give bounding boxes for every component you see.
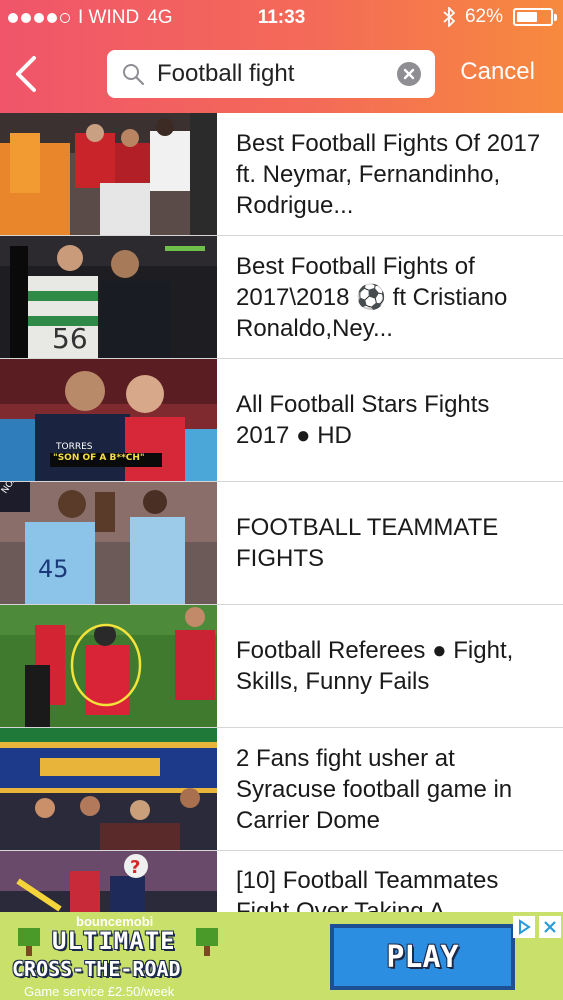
video-thumbnail[interactable]: 56 (0, 236, 217, 358)
svg-text:56: 56 (52, 322, 88, 355)
video-thumbnail[interactable] (0, 728, 217, 850)
video-thumbnail[interactable] (0, 113, 217, 235)
ad-banner[interactable]: bouncemobi ULTIMATE CROSS-THE-ROAD Game … (0, 912, 563, 1000)
ad-close-icon[interactable] (539, 916, 561, 938)
tree-icon (196, 928, 218, 956)
battery-icon (513, 8, 557, 26)
result-item[interactable]: 2 Fans fight usher at Syracuse football … (0, 728, 563, 851)
result-title: All Football Stars Fights 2017 ● HD (236, 391, 490, 449)
result-title: FOOTBALL TEAMMATE FIGHTS (236, 514, 499, 572)
result-title: Best Football Fights Of 2017 ft. Neymar,… (236, 129, 541, 219)
bluetooth-icon (443, 7, 455, 27)
chevron-left-icon (16, 56, 36, 92)
video-thumbnail[interactable]: TORRES "SON OF A B**CH" (0, 359, 217, 481)
thumbnail-caption-quote: "SON OF A B**CH" (53, 453, 145, 463)
ad-title: ULTIMATE (52, 927, 176, 955)
video-thumbnail[interactable]: 45 NOXBLACK (0, 482, 217, 604)
result-item[interactable]: Football Referees ● Fight, Skills, Funny… (0, 605, 563, 728)
clear-icon[interactable] (397, 62, 421, 86)
result-title: Football Referees ● Fight, Skills, Funny… (236, 637, 514, 695)
search-icon (123, 64, 145, 86)
result-item[interactable]: 56 Best Football Fights of 2017\2018 ⚽ f… (0, 236, 563, 359)
ad-fine-print: Game service £2.50/week (24, 984, 175, 999)
cancel-button[interactable]: Cancel (460, 58, 535, 86)
svg-text:?: ? (130, 857, 140, 878)
thumbnail-caption-name: TORRES (56, 442, 93, 452)
back-button[interactable] (12, 54, 42, 94)
video-thumbnail[interactable] (0, 605, 217, 727)
result-item[interactable]: 45 NOXBLACK FOOTBALL TEAMMATE FIGHTS (0, 482, 563, 605)
tree-icon (18, 928, 40, 956)
search-box[interactable] (107, 50, 435, 98)
result-item[interactable]: TORRES "SON OF A B**CH" All Football Sta… (0, 359, 563, 482)
svg-text:45: 45 (38, 555, 69, 583)
top-header: I WIND 4G 11:33 62% Football fight Cance… (0, 0, 563, 113)
battery-level (517, 12, 537, 22)
search-input[interactable] (157, 58, 387, 90)
battery-percent: 62% (464, 6, 503, 27)
ad-play-button[interactable]: PLAY (330, 924, 515, 990)
results-list: Best Football Fights Of 2017 ft. Neymar,… (0, 113, 563, 974)
ad-subtitle-title: CROSS-THE-ROAD (12, 957, 181, 981)
result-item[interactable]: Best Football Fights Of 2017 ft. Neymar,… (0, 113, 563, 236)
status-bar: I WIND 4G 11:33 62% (0, 0, 563, 36)
result-title: 2 Fans fight usher at Syracuse football … (236, 744, 513, 834)
result-title: Best Football Fights of 2017\2018 ⚽ ft C… (236, 252, 508, 342)
ad-choices-icon[interactable] (513, 916, 535, 938)
status-right: 62% (443, 6, 557, 28)
